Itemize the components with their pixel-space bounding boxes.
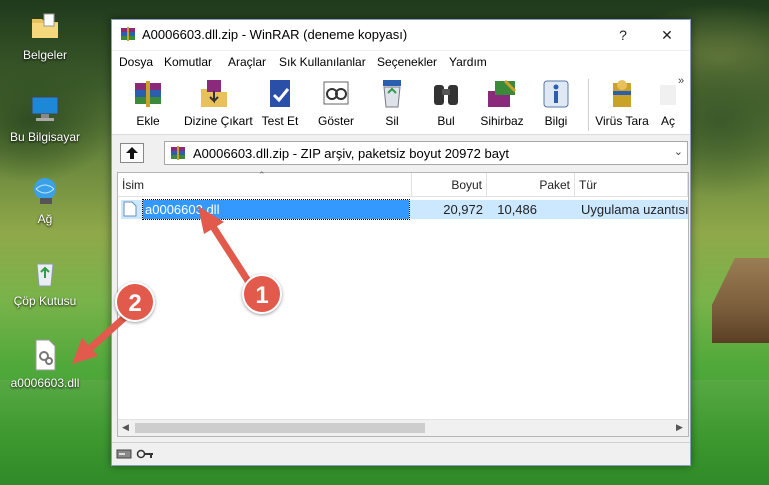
annotation-arrows bbox=[72, 206, 254, 364]
annotation-badge-2: 2 bbox=[115, 282, 155, 322]
annotation-badge-1: 1 bbox=[242, 274, 282, 314]
